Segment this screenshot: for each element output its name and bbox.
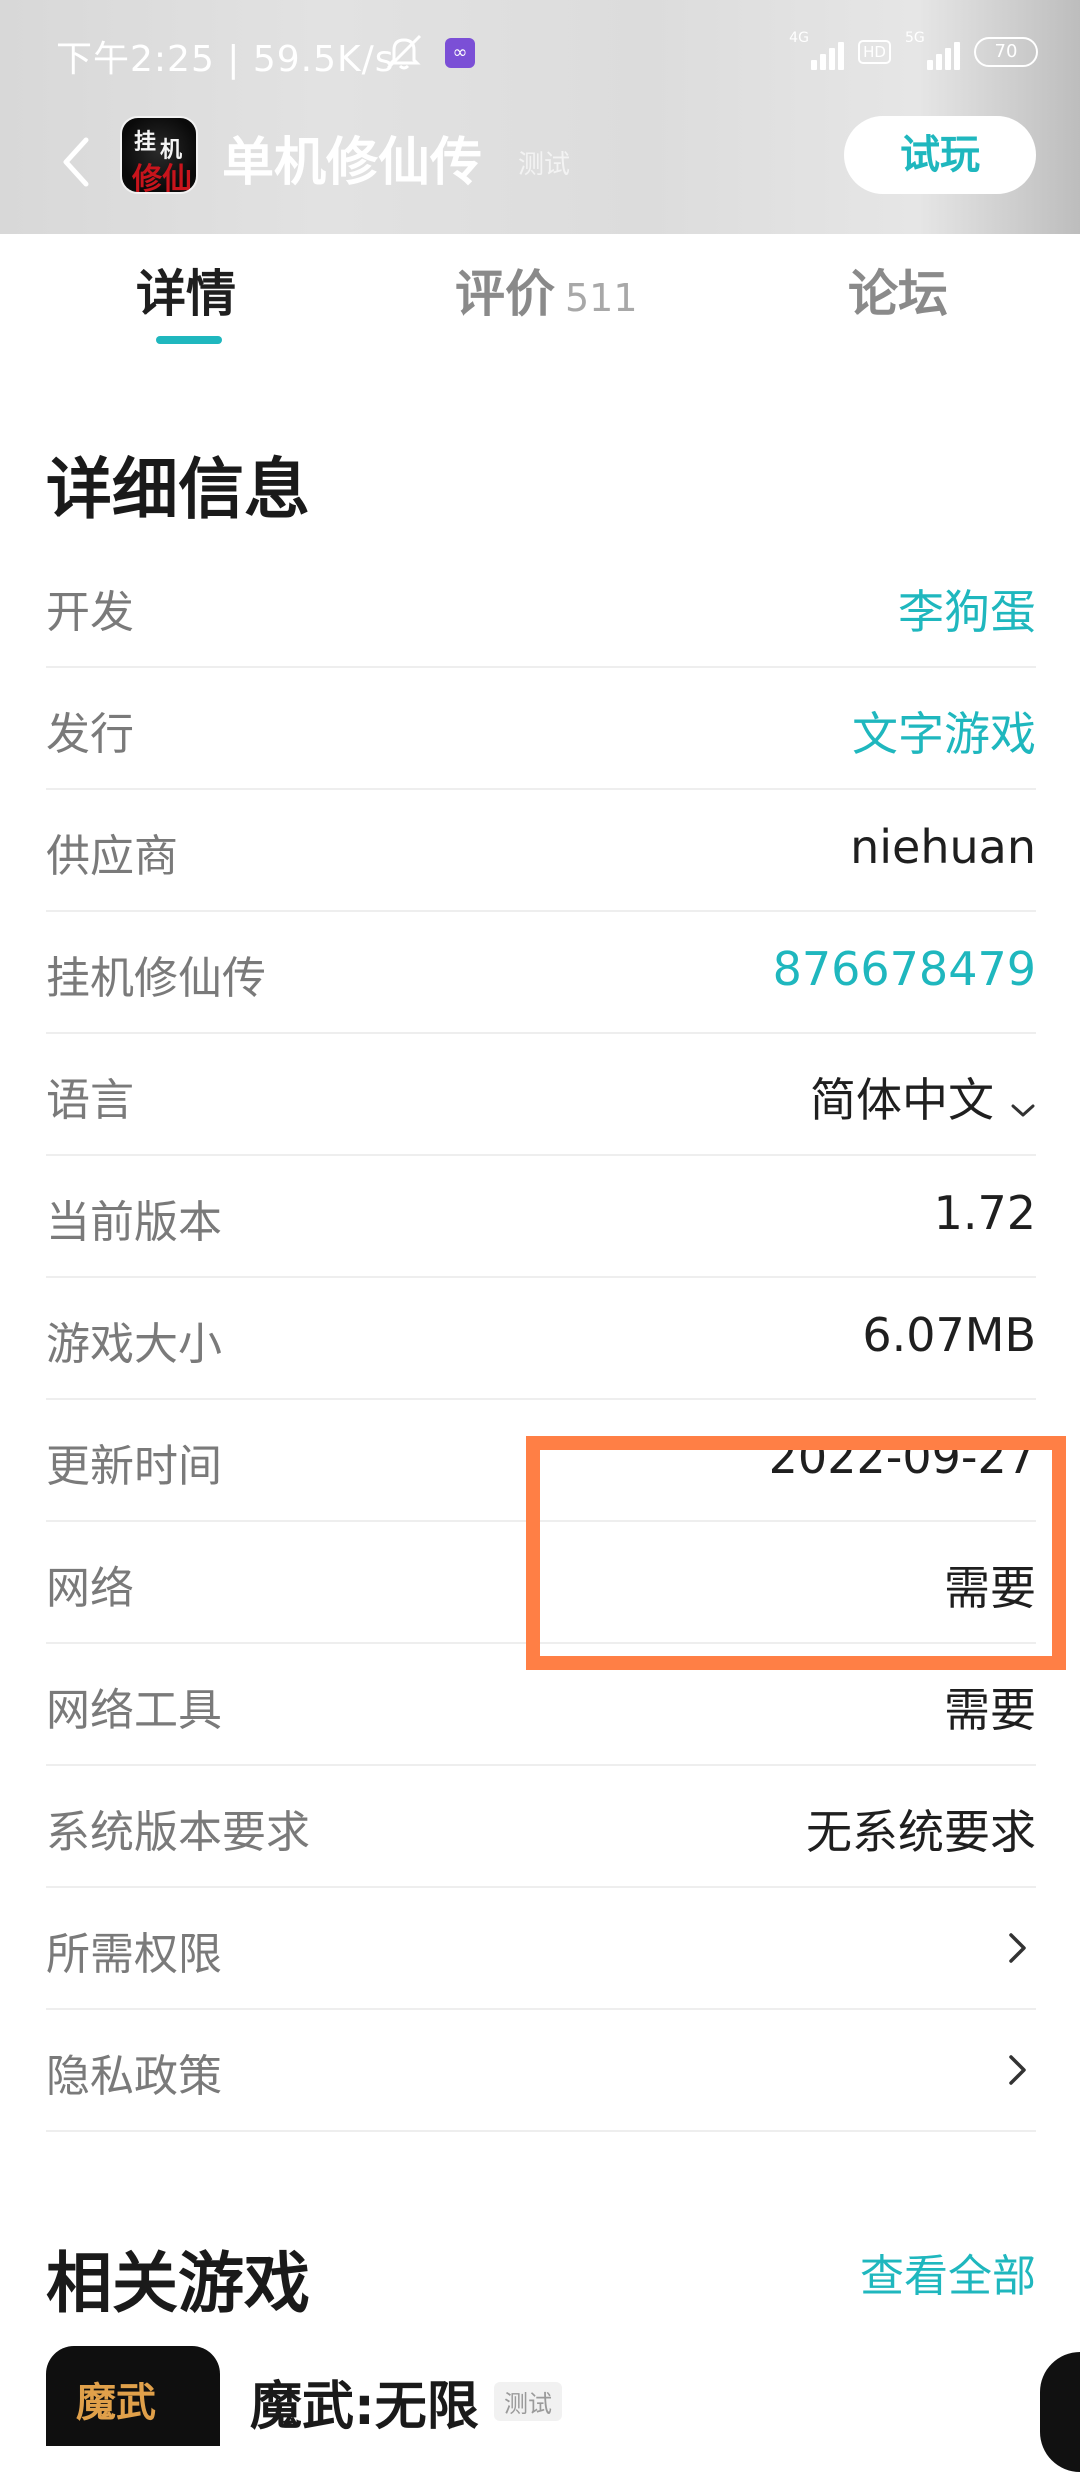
- info-row-language[interactable]: 语言 简体中文: [46, 1034, 1036, 1156]
- hd-badge: HD: [858, 40, 891, 64]
- info-row-privacy[interactable]: 隐私政策: [46, 2010, 1036, 2132]
- test-tag: 测试: [518, 150, 571, 180]
- battery-icon: 70: [974, 37, 1038, 67]
- group-number-link[interactable]: 876678479: [773, 942, 1036, 996]
- info-label: 隐私政策: [46, 2051, 222, 2102]
- info-row-permissions[interactable]: 所需权限: [46, 1888, 1036, 2010]
- publisher-link[interactable]: 文字游戏: [852, 698, 1036, 764]
- network-5g-label: 5G: [905, 30, 925, 46]
- info-row-size: 游戏大小 6.07MB: [46, 1278, 1036, 1400]
- version-value: 1.72: [933, 1186, 1036, 1240]
- info-row-network: 网络 需要: [46, 1522, 1036, 1644]
- app-notification-icon: ∞: [445, 38, 475, 68]
- tab-forum[interactable]: 论坛: [848, 254, 948, 334]
- info-label: 挂机修仙传: [46, 953, 266, 1004]
- signal-5g-icon: 5G: [905, 30, 960, 70]
- info-label: 游戏大小: [46, 1319, 222, 1370]
- signal-4g-icon: 4G: [789, 30, 845, 70]
- chevron-right-icon[interactable]: [1002, 1930, 1032, 1966]
- info-label: 所需权限: [46, 1929, 222, 1980]
- logo-char-3: 修仙: [132, 162, 192, 194]
- info-row-system-requirement: 系统版本要求 无系统要求: [46, 1766, 1036, 1888]
- chevron-down-icon: [1010, 1077, 1036, 1131]
- info-row-network-tool: 网络工具 需要: [46, 1644, 1036, 1766]
- info-row-version: 当前版本 1.72: [46, 1156, 1036, 1278]
- active-tab-indicator: [156, 336, 222, 344]
- network-value: 需要: [944, 1561, 1036, 1615]
- info-label: 语言: [46, 1075, 134, 1126]
- chevron-right-icon[interactable]: [1002, 2052, 1032, 2088]
- info-label: 发行: [46, 709, 134, 760]
- info-label: 供应商: [46, 831, 178, 882]
- info-row-publisher: 发行 文字游戏: [46, 668, 1036, 790]
- info-row-group: 挂机修仙传 876678479: [46, 912, 1036, 1034]
- system-requirement-value: 无系统要求: [806, 1805, 1036, 1859]
- detail-section-title: 详细信息: [46, 451, 310, 528]
- tab-forum-label: 论坛: [848, 265, 948, 323]
- info-label: 更新时间: [46, 1441, 222, 1492]
- logo-char-1: 挂: [134, 129, 157, 155]
- view-all-link[interactable]: 查看全部: [860, 2240, 1036, 2304]
- info-row-developer: 开发 李狗蛋: [46, 546, 1036, 668]
- network-tool-value: 需要: [944, 1683, 1036, 1737]
- related-game-icon[interactable]: 魔武: [46, 2346, 220, 2446]
- app-title: 单机修仙传: [222, 133, 483, 193]
- review-count: 511: [565, 276, 638, 320]
- status-bar: 下午2:25 | 59.5K/s ∞ 4G HD 5G 70: [0, 0, 1080, 100]
- supplier-value: niehuan: [850, 820, 1036, 874]
- info-label: 网络工具: [46, 1685, 222, 1736]
- muted-bell-icon: [382, 32, 426, 72]
- info-row-supplier: 供应商 niehuan: [46, 790, 1036, 912]
- update-time-value: 2022-09-27: [768, 1430, 1036, 1484]
- info-label: 当前版本: [46, 1197, 222, 1248]
- info-label: 网络: [46, 1563, 134, 1614]
- game-logo-icon: 挂 机 修仙: [120, 116, 198, 194]
- try-play-button[interactable]: 试玩: [844, 116, 1036, 194]
- tab-review[interactable]: 评价 511: [455, 254, 638, 334]
- tab-review-label: 评价: [455, 265, 555, 323]
- status-time-speed: 下午2:25 | 59.5K/s: [56, 39, 395, 80]
- related-game-name[interactable]: 魔武:无限: [250, 2364, 479, 2439]
- developer-link[interactable]: 李狗蛋: [898, 576, 1036, 642]
- next-game-icon-partial[interactable]: [1040, 2352, 1080, 2472]
- back-arrow-icon[interactable]: [52, 132, 112, 192]
- related-game-icon-text: 魔武: [76, 2379, 156, 2426]
- app-bar: 挂 机 修仙 单机修仙传 测试 试玩: [0, 110, 1080, 220]
- info-row-update-time: 更新时间 2022-09-27: [46, 1400, 1036, 1522]
- status-right-group: 4G HD 5G 70: [789, 30, 1038, 74]
- size-value: 6.07MB: [862, 1308, 1036, 1362]
- tab-bar: 详情 评价 511 论坛: [0, 234, 1080, 354]
- related-game-test-tag: 测试: [494, 2382, 562, 2421]
- info-label: 系统版本要求: [46, 1807, 310, 1858]
- app-header: 下午2:25 | 59.5K/s ∞ 4G HD 5G 70 挂 机 修仙 单机…: [0, 0, 1080, 234]
- network-4g-label: 4G: [789, 30, 809, 46]
- related-games-title: 相关游戏: [46, 2245, 310, 2322]
- info-label: 开发: [46, 587, 134, 638]
- language-dropdown[interactable]: 简体中文: [810, 1064, 1036, 1131]
- tab-detail[interactable]: 详情: [136, 254, 236, 334]
- tab-detail-label: 详情: [136, 265, 236, 323]
- detail-info-list: 开发 李狗蛋 发行 文字游戏 供应商 niehuan 挂机修仙传 8766784…: [46, 546, 1036, 2132]
- language-value: 简体中文: [810, 1073, 994, 1127]
